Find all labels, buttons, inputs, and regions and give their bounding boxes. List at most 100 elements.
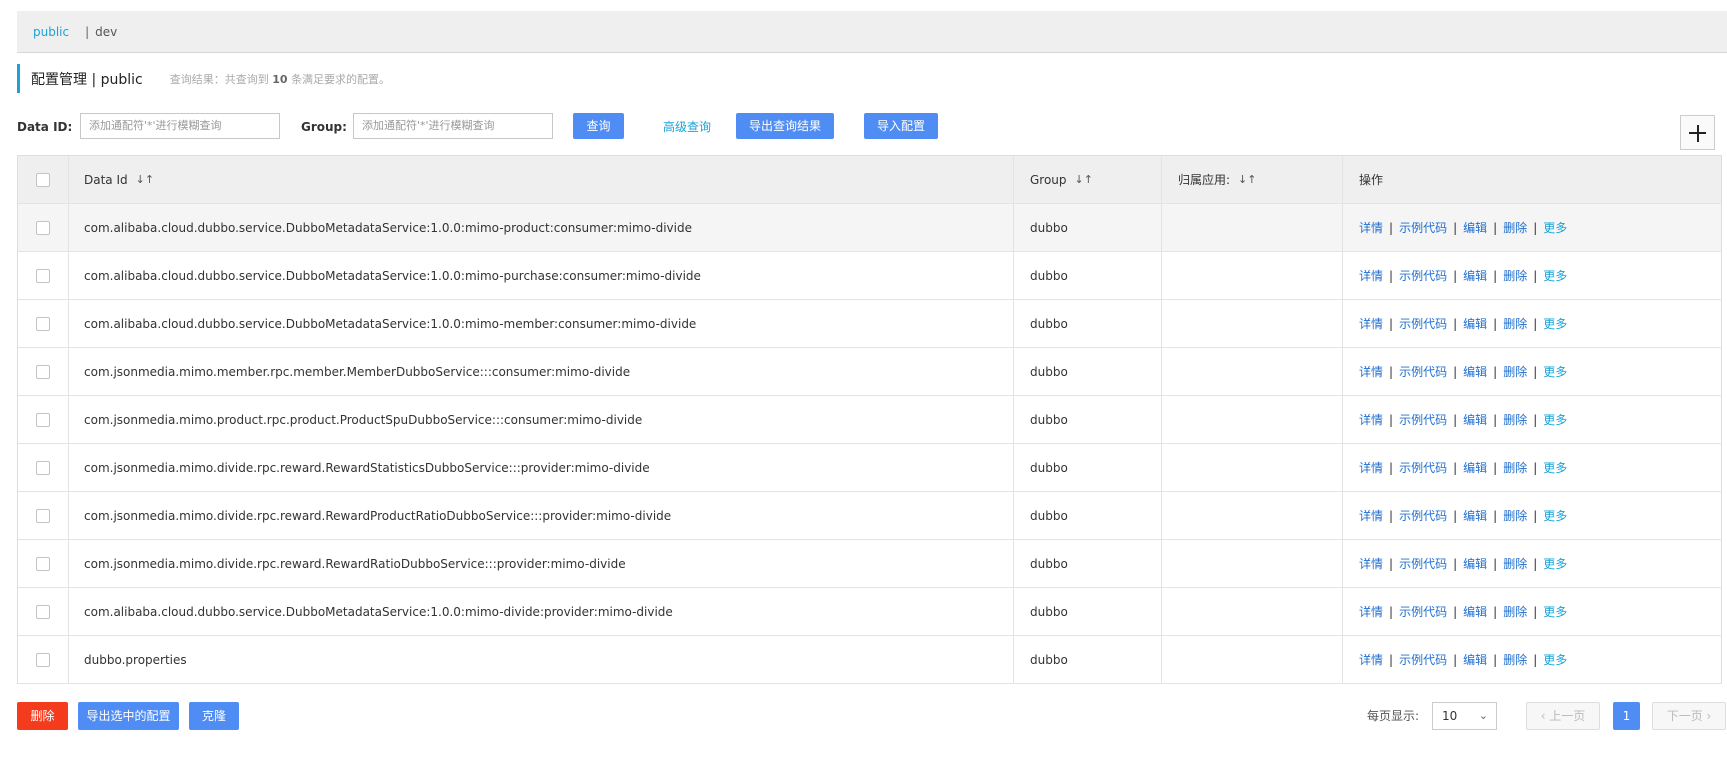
edit-link[interactable]: 编辑 [1463,555,1487,572]
sample-code-link[interactable]: 示例代码 [1399,555,1447,572]
query-button[interactable]: 查询 [573,113,624,139]
more-link[interactable]: 更多 [1543,459,1567,476]
detail-link[interactable]: 详情 [1359,603,1383,620]
detail-link[interactable]: 详情 [1359,219,1383,236]
namespace-public[interactable]: public [33,25,69,39]
dataid-input[interactable]: 添加通配符'*'进行模糊查询 [80,113,280,139]
namespace-dev[interactable]: dev [95,25,117,39]
detail-link[interactable]: 详情 [1359,363,1383,380]
row-checkbox[interactable] [36,268,50,283]
more-link[interactable]: 更多 [1543,315,1567,332]
detail-link[interactable]: 详情 [1359,267,1383,284]
ops-separator: | [1493,220,1498,235]
cell-group: dubbo [1014,348,1162,395]
row-checkbox[interactable] [36,364,50,379]
more-link[interactable]: 更多 [1543,603,1567,620]
more-link[interactable]: 更多 [1543,363,1567,380]
delete-link[interactable]: 删除 [1503,363,1527,380]
edit-link[interactable]: 编辑 [1463,603,1487,620]
sample-code-link[interactable]: 示例代码 [1399,651,1447,668]
detail-link[interactable]: 详情 [1359,411,1383,428]
row-checkbox[interactable] [36,220,50,235]
export-results-button[interactable]: 导出查询结果 [736,113,834,139]
export-selected-button[interactable]: 导出选中的配置 [78,702,179,730]
header-app[interactable]: 归属应用: ↓↑ [1162,156,1343,203]
cell-ops: 详情 | 示例代码 | 编辑 | 删除 | 更多 [1343,252,1722,299]
edit-link[interactable]: 编辑 [1463,315,1487,332]
row-checkbox[interactable] [36,652,50,667]
cell-ops: 详情 | 示例代码 | 编辑 | 删除 | 更多 [1343,396,1722,443]
edit-link[interactable]: 编辑 [1463,219,1487,236]
delete-selected-button[interactable]: 删除 [17,702,68,730]
ops-separator: | [1493,508,1498,523]
prev-page-button[interactable]: ‹ 上一页 [1526,702,1600,730]
more-link[interactable]: 更多 [1543,507,1567,524]
cell-data-id: com.jsonmedia.mimo.divide.rpc.reward.Rew… [69,540,1014,587]
edit-link[interactable]: 编辑 [1463,507,1487,524]
more-link[interactable]: 更多 [1543,219,1567,236]
sort-icon[interactable]: ↓↑ [1075,173,1093,186]
delete-link[interactable]: 删除 [1503,315,1527,332]
delete-link[interactable]: 删除 [1503,267,1527,284]
sample-code-link[interactable]: 示例代码 [1399,315,1447,332]
more-link[interactable]: 更多 [1543,555,1567,572]
row-checkbox[interactable] [36,460,50,475]
group-input[interactable]: 添加通配符'*'进行模糊查询 [353,113,553,139]
ops-separator: | [1453,508,1458,523]
detail-link[interactable]: 详情 [1359,555,1383,572]
more-link[interactable]: 更多 [1543,651,1567,668]
edit-link[interactable]: 编辑 [1463,459,1487,476]
detail-link[interactable]: 详情 [1359,315,1383,332]
ops-separator: | [1389,460,1394,475]
sample-code-link[interactable]: 示例代码 [1399,459,1447,476]
sample-code-link[interactable]: 示例代码 [1399,267,1447,284]
row-checkbox[interactable] [36,508,50,523]
sample-code-link[interactable]: 示例代码 [1399,603,1447,620]
cell-ops: 详情 | 示例代码 | 编辑 | 删除 | 更多 [1343,636,1722,683]
ops-separator: | [1389,220,1394,235]
page-number-current[interactable]: 1 [1613,702,1640,730]
row-checkbox[interactable] [36,556,50,571]
ops-separator: | [1389,268,1394,283]
sort-icon[interactable]: ↓↑ [136,173,154,186]
edit-link[interactable]: 编辑 [1463,267,1487,284]
detail-link[interactable]: 详情 [1359,459,1383,476]
delete-link[interactable]: 删除 [1503,219,1527,236]
header-data-id[interactable]: Data Id ↓↑ [69,156,1014,203]
delete-link[interactable]: 删除 [1503,459,1527,476]
delete-link[interactable]: 删除 [1503,651,1527,668]
filter-bar: Data ID: 添加通配符'*'进行模糊查询 Group: 添加通配符'*'进… [17,112,1727,142]
row-checkbox[interactable] [36,316,50,331]
edit-link[interactable]: 编辑 [1463,651,1487,668]
add-config-plus-icon[interactable] [1680,115,1715,150]
sort-icon[interactable]: ↓↑ [1238,173,1256,186]
next-page-button[interactable]: 下一页 › [1652,702,1726,730]
advanced-query-link[interactable]: 高级查询 [663,112,711,142]
table-row: com.alibaba.cloud.dubbo.service.DubboMet… [18,588,1722,636]
per-page-select[interactable]: 10 ⌄ [1432,702,1497,730]
delete-link[interactable]: 删除 [1503,507,1527,524]
sample-code-link[interactable]: 示例代码 [1399,363,1447,380]
row-checkbox[interactable] [36,412,50,427]
sample-code-link[interactable]: 示例代码 [1399,411,1447,428]
cell-group: dubbo [1014,444,1162,491]
more-link[interactable]: 更多 [1543,411,1567,428]
more-link[interactable]: 更多 [1543,267,1567,284]
edit-link[interactable]: 编辑 [1463,411,1487,428]
select-all-checkbox[interactable] [36,172,50,187]
detail-link[interactable]: 详情 [1359,651,1383,668]
sample-code-link[interactable]: 示例代码 [1399,507,1447,524]
sample-code-link[interactable]: 示例代码 [1399,219,1447,236]
delete-link[interactable]: 删除 [1503,411,1527,428]
ops-separator: | [1453,316,1458,331]
detail-link[interactable]: 详情 [1359,507,1383,524]
row-checkbox[interactable] [36,604,50,619]
import-config-button[interactable]: 导入配置 [864,113,938,139]
header-data-id-label: Data Id [84,172,128,187]
delete-link[interactable]: 删除 [1503,603,1527,620]
delete-link[interactable]: 删除 [1503,555,1527,572]
header-group[interactable]: Group ↓↑ [1014,156,1162,203]
clone-button[interactable]: 克隆 [189,702,239,730]
edit-link[interactable]: 编辑 [1463,363,1487,380]
cell-data-id: com.jsonmedia.mimo.member.rpc.member.Mem… [69,348,1014,395]
